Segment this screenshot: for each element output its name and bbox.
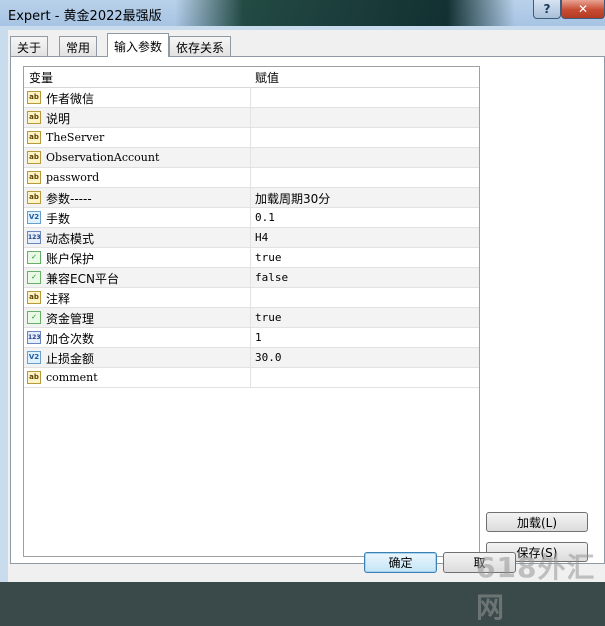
ok-button[interactable]: 确定	[364, 552, 437, 573]
watermark: 618外汇网	[476, 551, 596, 624]
parameter-name-cell: ab password	[24, 168, 251, 187]
parameter-name: TheServer	[46, 131, 105, 144]
tab-dependencies[interactable]: 依存关系	[169, 36, 232, 56]
parameter-row[interactable]: V2 止损金额 30.0	[24, 348, 479, 368]
tab-about[interactable]: 关于	[10, 36, 49, 56]
double-icon: V2	[27, 211, 41, 224]
parameter-name-cell: 123 加仓次数	[24, 328, 251, 347]
string-icon: ab	[27, 111, 41, 124]
parameter-name: 注释	[46, 292, 71, 306]
grid-header: 变量 赋值	[24, 67, 479, 88]
parameter-name-cell: ab comment	[24, 368, 251, 387]
parameter-value[interactable]: 0.1	[255, 211, 275, 224]
string-icon: ab	[27, 291, 41, 304]
parameter-name: 账户保护	[46, 252, 95, 266]
string-icon: ab	[27, 91, 41, 104]
bool-icon: ✓	[27, 311, 41, 324]
parameter-value[interactable]: 加载周期30分	[255, 190, 330, 207]
parameter-row[interactable]: ab 注释	[24, 288, 479, 308]
integer-icon: 123	[27, 231, 41, 244]
string-icon: ab	[27, 171, 41, 184]
parameter-value[interactable]: false	[255, 271, 288, 284]
parameter-name: 作者微信	[46, 92, 95, 106]
parameter-row[interactable]: ab TheServer	[24, 128, 479, 148]
parameter-name-cell: ab 作者微信	[24, 88, 251, 107]
parameter-row[interactable]: V2 手数 0.1	[24, 208, 479, 228]
tab-inputs[interactable]: 输入参数	[107, 33, 170, 57]
parameter-value[interactable]: 1	[255, 331, 262, 344]
parameter-name: 参数-----	[46, 192, 92, 206]
string-icon: ab	[27, 191, 41, 204]
parameter-name: 兼容ECN平台	[46, 272, 119, 286]
column-header-value[interactable]: 赋值	[255, 69, 279, 86]
load-button[interactable]: 加载(L)	[486, 512, 588, 532]
inputs-panel: 变量 赋值 ab 作者微信 ab 说明 ab TheServer ab Observation…	[10, 56, 605, 564]
dialog-client: 关于 常用 输入参数 依存关系 变量 赋值 ab 作者微信 ab 说明 ab TheSer…	[8, 30, 605, 582]
bool-icon: ✓	[27, 251, 41, 264]
parameter-row[interactable]: ab ObservationAccount	[24, 148, 479, 168]
parameter-row[interactable]: ab 作者微信	[24, 88, 479, 108]
parameter-name: ObservationAccount	[46, 151, 160, 164]
parameter-name: 加仓次数	[46, 332, 95, 346]
integer-icon: 123	[27, 331, 41, 344]
parameter-row[interactable]: ab comment	[24, 368, 479, 388]
parameter-row[interactable]: ✓ 资金管理 true	[24, 308, 479, 328]
parameter-name: 手数	[46, 212, 71, 226]
parameter-row[interactable]: ab 说明	[24, 108, 479, 128]
help-button[interactable]: ?	[533, 0, 561, 19]
parameter-row[interactable]: ✓ 兼容ECN平台 false	[24, 268, 479, 288]
parameter-name-cell: ab ObservationAccount	[24, 148, 251, 167]
double-icon: V2	[27, 351, 41, 364]
bool-icon: ✓	[27, 271, 41, 284]
parameter-name-cell: ab TheServer	[24, 128, 251, 147]
parameter-name-cell: ab 说明	[24, 108, 251, 127]
parameter-name-cell: 123 动态模式	[24, 228, 251, 247]
string-icon: ab	[27, 131, 41, 144]
parameter-name-cell: V2 手数	[24, 208, 251, 227]
parameter-name: 说明	[46, 112, 71, 126]
parameter-name-cell: ab 注释	[24, 288, 251, 307]
parameter-value[interactable]: true	[255, 311, 282, 324]
parameter-name-cell: ✓ 兼容ECN平台	[24, 268, 251, 287]
parameter-name: 资金管理	[46, 312, 95, 326]
parameter-name: password	[46, 171, 100, 184]
title-bar[interactable]: Expert - 黄金2022最强版 ? ✕	[0, 0, 605, 26]
parameter-row[interactable]: 123 动态模式 H4	[24, 228, 479, 248]
parameter-name-cell: ✓ 资金管理	[24, 308, 251, 327]
parameter-value[interactable]: 30.0	[255, 351, 282, 364]
parameter-name-cell: V2 止损金额	[24, 348, 251, 367]
parameter-row[interactable]: ab 参数----- 加载周期30分	[24, 188, 479, 208]
parameter-name: 止损金额	[46, 352, 95, 366]
string-icon: ab	[27, 371, 41, 384]
title-bar-background	[175, 0, 515, 26]
parameter-row[interactable]: ab password	[24, 168, 479, 188]
parameter-name-cell: ab 参数-----	[24, 188, 251, 207]
parameter-name: 动态模式	[46, 232, 95, 246]
expert-dialog: Expert - 黄金2022最强版 ? ✕ 关于 常用 输入参数 依存关系 变…	[0, 0, 605, 624]
parameter-value[interactable]: true	[255, 251, 282, 264]
parameter-name: comment	[46, 371, 98, 384]
parameter-row[interactable]: 123 加仓次数 1	[24, 328, 479, 348]
parameter-grid: 变量 赋值 ab 作者微信 ab 说明 ab TheServer ab Observation…	[23, 66, 480, 557]
close-button[interactable]: ✕	[561, 0, 605, 19]
window-title: Expert - 黄金2022最强版	[8, 9, 162, 24]
string-icon: ab	[27, 151, 41, 164]
parameter-name-cell: ✓ 账户保护	[24, 248, 251, 267]
parameter-value[interactable]: H4	[255, 231, 268, 244]
column-header-variable[interactable]: 变量	[29, 69, 53, 86]
tab-common[interactable]: 常用	[59, 36, 98, 56]
parameter-row[interactable]: ✓ 账户保护 true	[24, 248, 479, 268]
